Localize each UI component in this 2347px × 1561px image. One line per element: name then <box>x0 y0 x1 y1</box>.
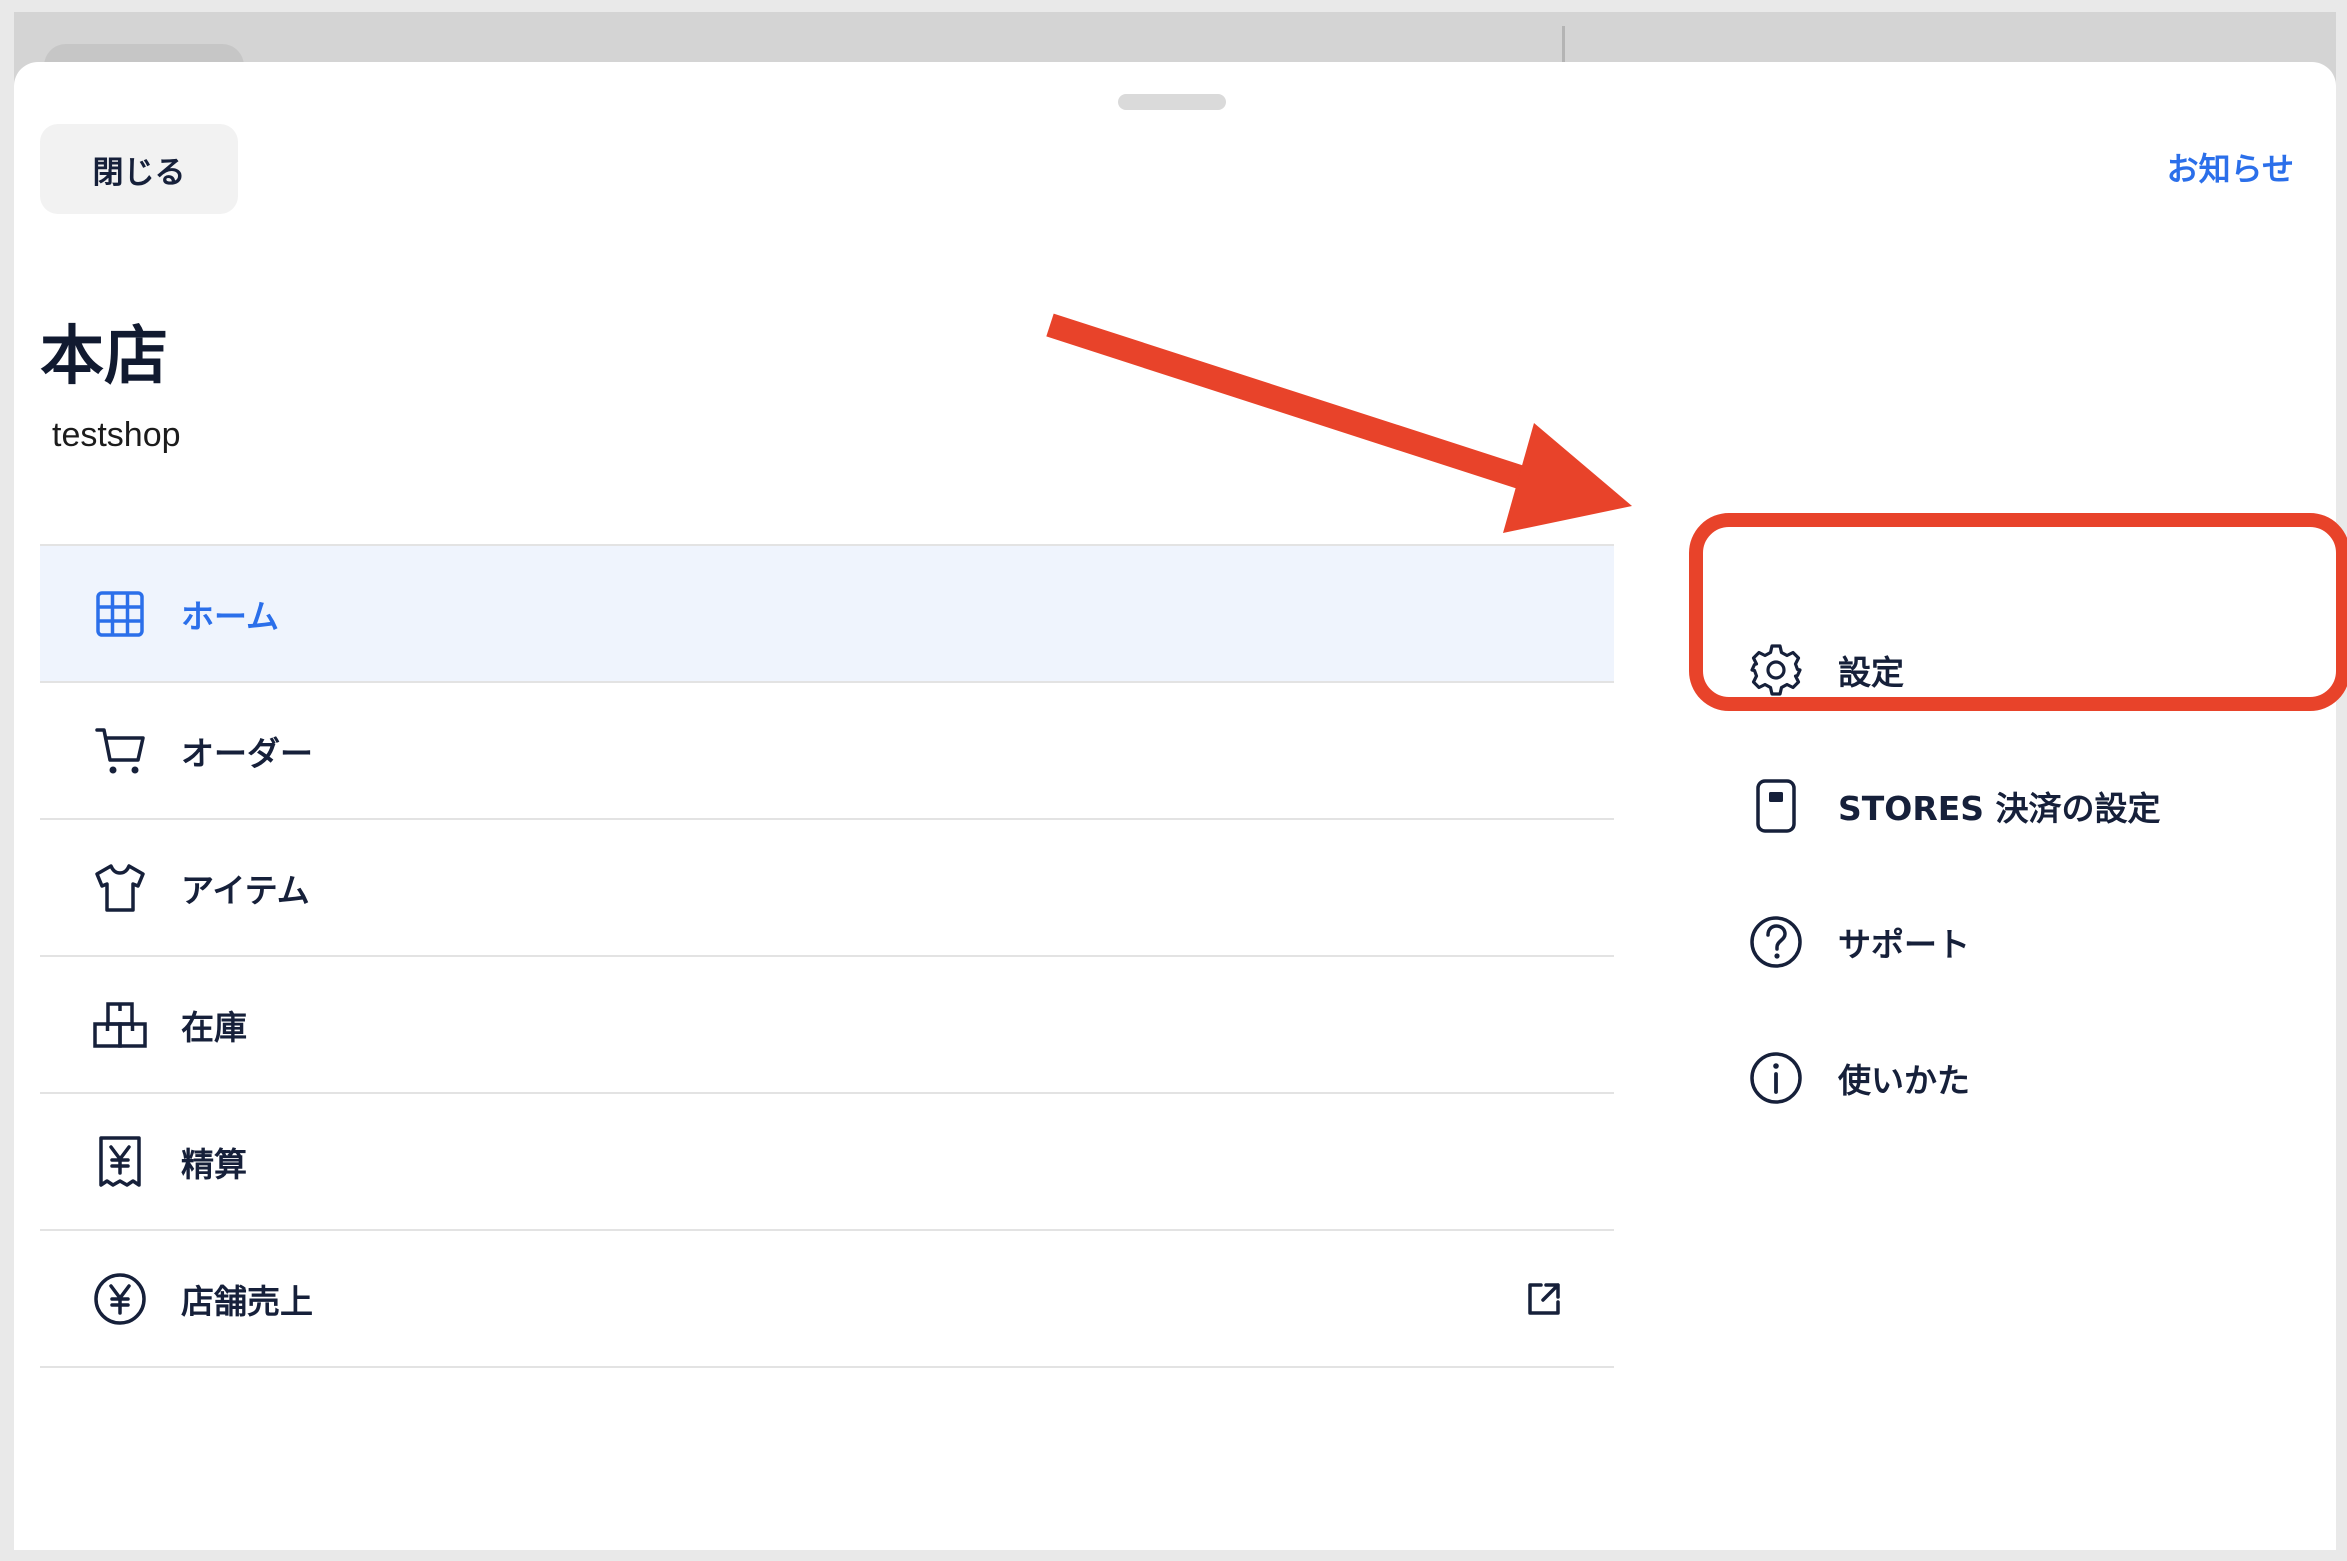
external-link-icon[interactable] <box>1524 1279 1564 1319</box>
main-nav: ホーム オーダー アイテム 在庫 精算 店舗売上 <box>40 544 1614 1368</box>
nav-item-store-sales[interactable]: 店舗売上 <box>40 1231 1614 1368</box>
nav-label: 在庫 <box>181 1007 247 1047</box>
menu-sheet: 閉じる お知らせ 本店 testshop ホーム オーダー アイテム 在庫 精算… <box>14 62 2336 1550</box>
yen-receipt-icon <box>92 1134 148 1190</box>
nav-item-home[interactable]: ホーム <box>40 546 1614 683</box>
side-item-label: 使いかた <box>1838 1061 1970 1100</box>
sheet-grabber[interactable] <box>1118 94 1226 110</box>
nav-item-orders[interactable]: オーダー <box>40 683 1614 820</box>
side-item-label: サポート <box>1838 925 1970 964</box>
grid-icon <box>92 586 148 642</box>
tshirt-icon <box>92 860 148 916</box>
store-name: 本店 <box>40 320 168 394</box>
boxes-icon <box>92 997 148 1053</box>
nav-item-items[interactable]: アイテム <box>40 820 1614 957</box>
yen-circle-icon <box>92 1271 148 1327</box>
card-reader-icon <box>1746 776 1806 836</box>
side-item-settings[interactable]: 設定 <box>1746 602 2286 738</box>
nav-label: ホーム <box>181 596 280 636</box>
nav-label: アイテム <box>181 870 310 910</box>
gear-icon <box>1746 640 1806 700</box>
shop-id: testshop <box>52 416 181 454</box>
side-item-stores-payment[interactable]: STORES 決済の設定 <box>1746 738 2286 874</box>
nav-label: オーダー <box>181 733 313 773</box>
question-circle-icon <box>1746 912 1806 972</box>
side-menu: 設定 STORES 決済の設定 サポート 使いかた <box>1746 602 2286 1146</box>
side-item-support[interactable]: サポート <box>1746 874 2286 1010</box>
cart-icon <box>92 723 148 779</box>
nav-label: 精算 <box>181 1144 247 1184</box>
nav-item-inventory[interactable]: 在庫 <box>40 957 1614 1094</box>
side-item-label: 設定 <box>1838 653 1904 692</box>
side-item-label: STORES 決済の設定 <box>1838 789 2161 828</box>
close-button[interactable]: 閉じる <box>40 124 238 214</box>
nav-label: 店舗売上 <box>181 1281 313 1321</box>
side-item-how-to-use[interactable]: 使いかた <box>1746 1010 2286 1146</box>
news-link[interactable]: お知らせ <box>2167 144 2294 190</box>
info-circle-icon <box>1746 1048 1806 1108</box>
nav-item-settlement[interactable]: 精算 <box>40 1094 1614 1231</box>
